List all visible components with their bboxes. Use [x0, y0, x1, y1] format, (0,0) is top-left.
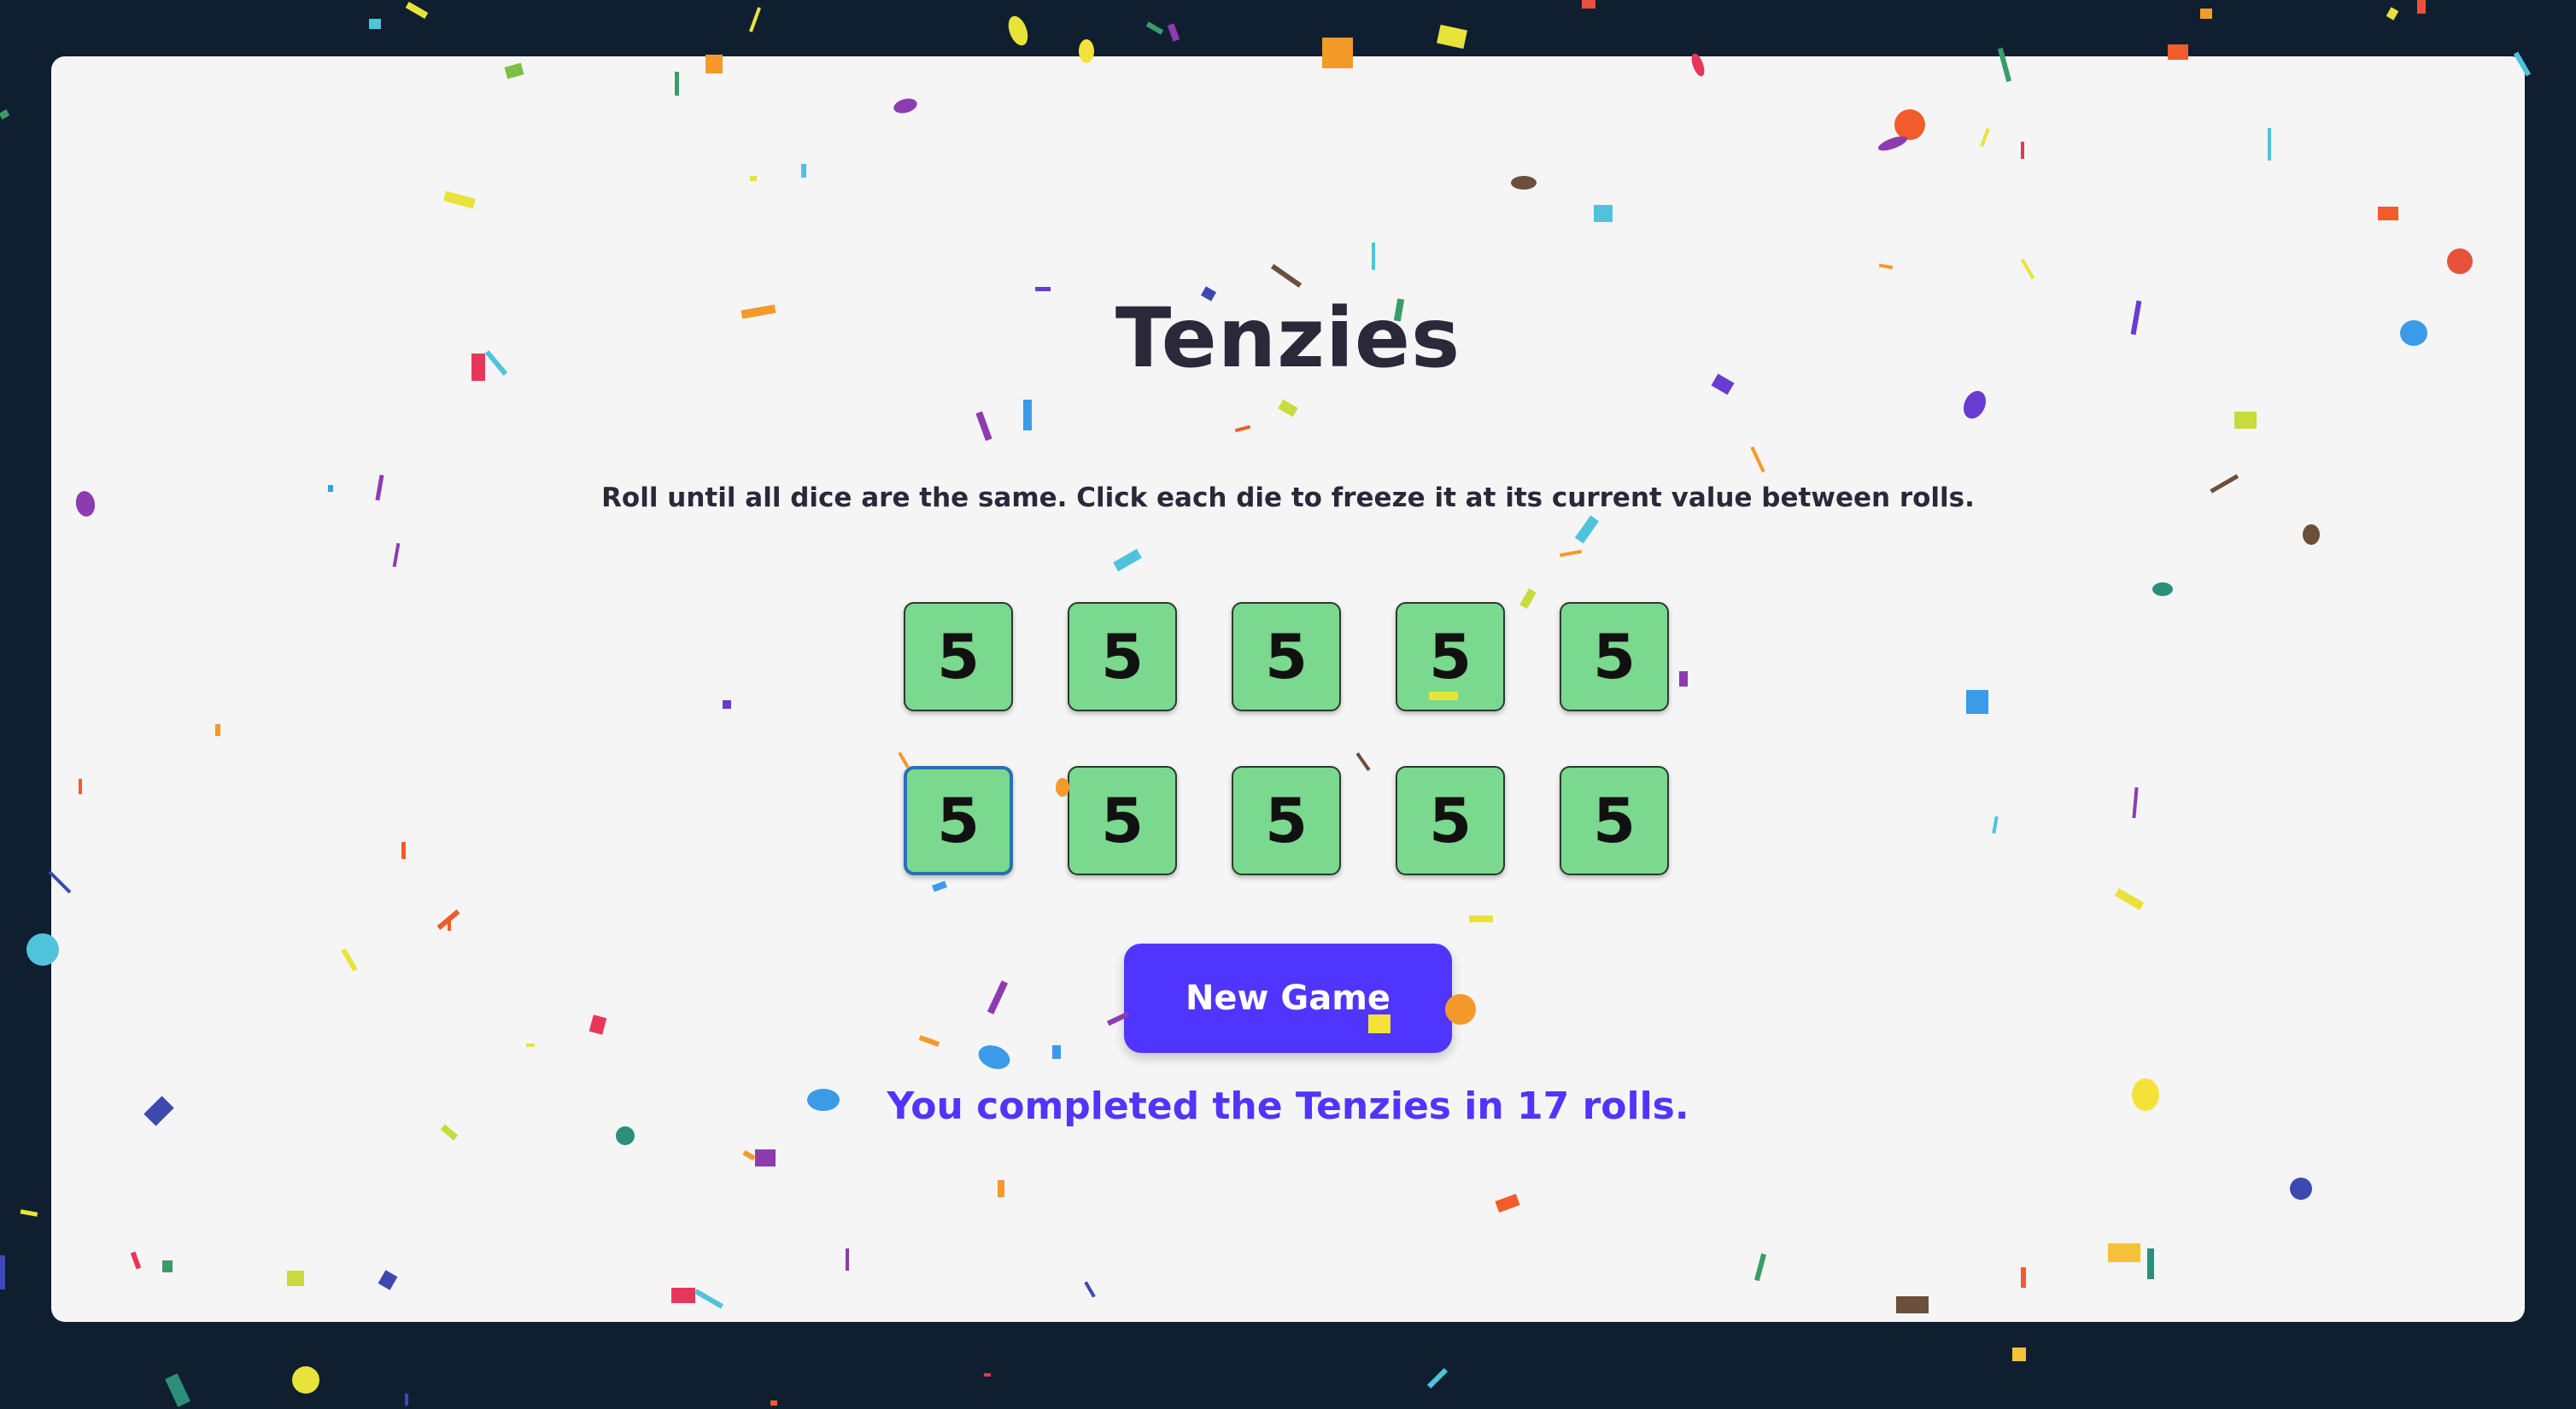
- die-6[interactable]: 5: [904, 766, 1013, 875]
- die-10[interactable]: 5: [1560, 766, 1669, 875]
- new-game-button[interactable]: New Game: [1124, 944, 1452, 1053]
- result-message: You completed the Tenzies in 17 rolls.: [887, 1085, 1689, 1128]
- die-8[interactable]: 5: [1232, 766, 1341, 875]
- die-5[interactable]: 5: [1560, 602, 1669, 711]
- page-title: Tenzies: [1115, 290, 1461, 386]
- instructions-text: Roll until all dice are the same. Click …: [601, 482, 1975, 513]
- die-1[interactable]: 5: [904, 602, 1013, 711]
- die-9[interactable]: 5: [1396, 766, 1505, 875]
- die-7[interactable]: 5: [1068, 766, 1177, 875]
- die-4[interactable]: 5: [1396, 602, 1505, 711]
- die-2[interactable]: 5: [1068, 602, 1177, 711]
- die-3[interactable]: 5: [1232, 602, 1341, 711]
- dice-grid: 5 5 5 5 5 5 5 5 5 5: [904, 602, 1672, 875]
